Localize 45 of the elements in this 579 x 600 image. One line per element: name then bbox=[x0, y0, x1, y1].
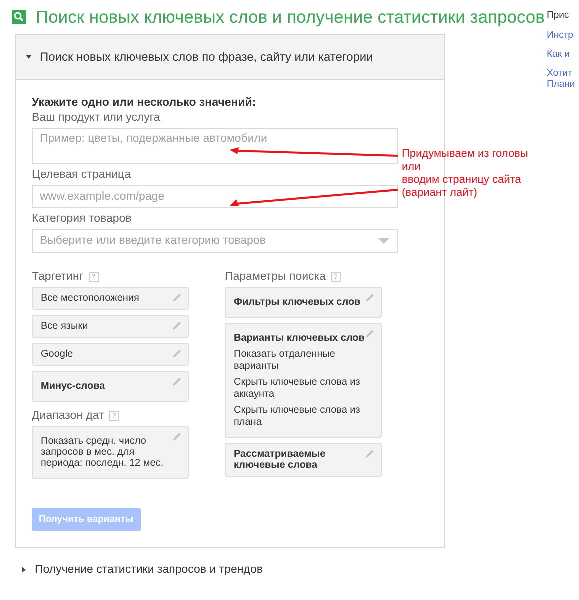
pencil-icon[interactable] bbox=[365, 293, 375, 303]
section-header[interactable]: Получение статистики запросов и трендов bbox=[15, 564, 263, 576]
field-label: Целевая страница bbox=[32, 169, 131, 181]
option-title: Минус-слова bbox=[41, 381, 106, 392]
section-header[interactable]: Поиск новых ключевых слов по фразе, сайту или категории bbox=[16, 35, 444, 80]
sidebar-link[interactable]: Как и bbox=[547, 50, 576, 61]
pencil-icon[interactable] bbox=[365, 329, 375, 339]
page-title: Поиск новых ключевых слов и получение статистики запросов bbox=[36, 6, 545, 28]
option-card[interactable]: Показать средн. число запросов в мес. для периода: последн. 12 мес. bbox=[32, 426, 189, 479]
group-label: Таргетинг bbox=[32, 271, 84, 283]
sidebar-link[interactable]: Хотит Плани bbox=[547, 68, 576, 91]
sidebar-heading: Прис bbox=[547, 10, 570, 21]
pencil-icon[interactable] bbox=[172, 321, 182, 331]
option-card[interactable]: Google bbox=[32, 343, 189, 366]
group-label: Параметры поиска bbox=[225, 271, 326, 283]
option-title: Все местоположения bbox=[41, 293, 140, 304]
field-label: Ваш продукт или услуга bbox=[32, 112, 160, 124]
option-title: Фильтры ключевых слов bbox=[234, 297, 362, 308]
input-field[interactable]: Пример: цветы, подержанные автомобили bbox=[32, 128, 398, 164]
option-title: Google bbox=[41, 349, 74, 360]
pencil-icon[interactable] bbox=[172, 432, 182, 442]
option-card[interactable]: Все языки bbox=[32, 315, 189, 338]
option-title: Все языки bbox=[41, 321, 90, 332]
option-title: Варианты ключевых слов bbox=[234, 333, 363, 344]
instruction-text: Укажите одно или несколько значений: bbox=[32, 97, 258, 109]
pencil-icon[interactable] bbox=[365, 449, 375, 459]
pencil-icon[interactable] bbox=[172, 377, 182, 387]
option-detail: Скрыть ключевые слова из плана bbox=[234, 405, 362, 428]
option-card[interactable]: Минус-слова bbox=[32, 371, 189, 402]
option-title: Рассматриваемые ключевые слова bbox=[234, 449, 327, 471]
pencil-icon[interactable] bbox=[172, 349, 182, 359]
option-detail: Скрыть ключевые слова из аккаунта bbox=[234, 377, 362, 400]
option-card[interactable]: Все местоположения bbox=[32, 287, 189, 310]
option-card[interactable]: Фильтры ключевых слов bbox=[225, 287, 382, 318]
option-card[interactable]: Варианты ключевых слов Показать отдаленные варианты Скрыть ключевые слова из аккаунта Скрыть ключевые слова из плана bbox=[225, 323, 382, 438]
annotation-text: Придумываем из головы или вводим страницу сайта (вариант лайт) bbox=[402, 148, 530, 200]
input-field[interactable]: www.example.com/page bbox=[32, 185, 398, 208]
sidebar-link[interactable]: Инстр bbox=[547, 31, 576, 42]
search-icon bbox=[12, 10, 26, 24]
pencil-icon[interactable] bbox=[172, 293, 182, 303]
option-title: Показать средн. число запросов в мес. для периода: последн. 12 мес. bbox=[41, 436, 165, 469]
field-label: Категория товаров bbox=[32, 213, 132, 225]
option-detail: Показать отдаленные варианты bbox=[234, 349, 336, 372]
option-card[interactable]: Рассматриваемые ключевые слова bbox=[225, 443, 382, 477]
group-label: Диапазон дат bbox=[32, 410, 104, 422]
